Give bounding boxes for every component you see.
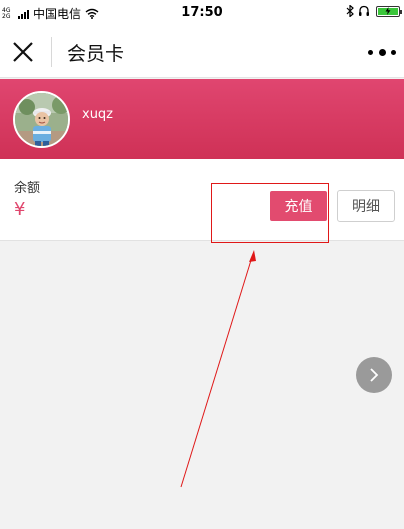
- status-bar: 4G 2G 中国电信 17:50: [0, 0, 404, 26]
- page-title: 会员卡: [67, 43, 125, 65]
- balance-card: 余额 ¥ 充值 明细: [0, 159, 404, 241]
- status-right: [346, 5, 402, 17]
- recharge-button[interactable]: 充值: [270, 191, 327, 221]
- avatar-photo: [15, 93, 68, 146]
- more-button[interactable]: [368, 41, 396, 63]
- detail-button[interactable]: 明细: [337, 190, 395, 222]
- close-button[interactable]: [10, 39, 36, 65]
- member-card-page: 4G 2G 中国电信 17:50 会员卡 xuqz 余额 ¥ 充值 明细: [0, 0, 404, 529]
- headphones-icon: [359, 5, 369, 16]
- username: xuqz: [82, 107, 114, 122]
- charging-icon: [385, 7, 391, 15]
- more-icon: [368, 48, 396, 56]
- battery-icon: [376, 5, 402, 17]
- status-time: 17:50: [181, 5, 223, 20]
- balance-currency: ¥: [14, 199, 26, 220]
- avatar[interactable]: [13, 91, 70, 148]
- next-button[interactable]: [356, 357, 392, 393]
- nav-bar: 会员卡: [0, 26, 404, 78]
- profile-header: xuqz: [0, 79, 404, 159]
- chevron-right-icon: [370, 368, 379, 382]
- bluetooth-icon: [346, 5, 354, 17]
- nav-divider: [51, 37, 52, 67]
- close-icon: [13, 42, 33, 62]
- balance-label: 余额: [14, 181, 41, 196]
- battery-fill: [378, 7, 398, 15]
